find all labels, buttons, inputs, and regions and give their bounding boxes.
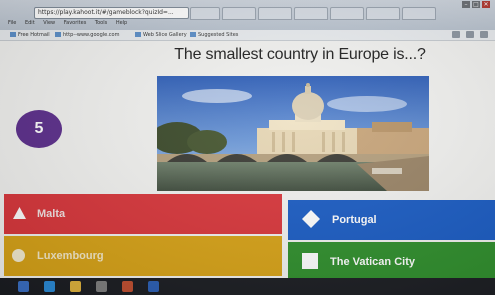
minimize-button[interactable]: – [462, 1, 470, 8]
menu-tools[interactable]: Tools [95, 20, 107, 26]
browser-tab[interactable] [222, 7, 256, 20]
favorite-link[interactable]: http--www.google.com [55, 32, 119, 38]
menu-help[interactable]: Help [116, 20, 127, 26]
square-icon [302, 253, 318, 269]
app-icon[interactable] [96, 281, 107, 292]
browser-window: https://play.kahoot.it/#/gameblock?quizI… [0, 0, 495, 295]
menu-edit[interactable]: Edit [25, 20, 35, 26]
countdown-timer: 5 [16, 110, 62, 148]
maximize-button[interactable]: □ [472, 1, 480, 8]
answer-luxembourg[interactable]: Luxembourg [4, 236, 282, 276]
answer-label: Malta [37, 208, 66, 220]
browser-tab[interactable] [402, 7, 436, 20]
favorite-icon [135, 32, 141, 37]
diamond-icon [302, 210, 320, 228]
question-title: The smallest country in Europe is...? [174, 46, 426, 63]
answer-label: Luxembourg [37, 250, 104, 262]
page-menu-icon[interactable] [466, 31, 474, 38]
address-bar[interactable]: https://play.kahoot.it/#/gameblock?quizI… [34, 7, 189, 19]
start-icon[interactable] [18, 281, 29, 292]
question-image [157, 76, 429, 191]
browser-tab[interactable] [258, 7, 292, 20]
menu-favorites[interactable]: Favorites [64, 20, 87, 26]
favorite-link[interactable]: Suggested Sites [190, 32, 238, 38]
answer-vatican-city[interactable]: The Vatican City [288, 242, 495, 282]
menu-file[interactable]: File [8, 20, 16, 26]
close-button[interactable]: ✕ [482, 1, 490, 8]
home-icon[interactable] [452, 31, 460, 38]
ie-icon[interactable] [44, 281, 55, 292]
favorite-link[interactable]: Free Hotmail [10, 32, 50, 38]
browser-tab[interactable] [294, 7, 328, 20]
browser-tab[interactable] [190, 7, 220, 20]
browser-titlebar: https://play.kahoot.it/#/gameblock?quizI… [0, 0, 495, 31]
taskbar [0, 278, 495, 295]
vatican-photo-icon [157, 76, 429, 191]
word-icon[interactable] [148, 281, 159, 292]
favorites-bar: Free Hotmail http--www.google.com Web Sl… [0, 30, 495, 41]
folder-icon[interactable] [70, 281, 81, 292]
circle-icon [12, 249, 25, 262]
answer-label: Portugal [332, 214, 377, 226]
answer-portugal[interactable]: Portugal [288, 200, 495, 240]
answer-malta[interactable]: Malta [4, 194, 282, 234]
menu-bar: File Edit View Favorites Tools Help [8, 20, 134, 26]
favorite-link[interactable]: Web Slice Gallery [135, 32, 187, 38]
favorite-icon [190, 32, 196, 37]
app-icon[interactable] [122, 281, 133, 292]
triangle-icon [13, 207, 26, 219]
tools-icon[interactable] [480, 31, 488, 38]
browser-tab[interactable] [330, 7, 364, 20]
favorite-icon [55, 32, 61, 37]
menu-view[interactable]: View [43, 20, 55, 26]
browser-tab[interactable] [366, 7, 400, 20]
answer-label: The Vatican City [330, 256, 415, 268]
favorite-icon [10, 32, 16, 37]
